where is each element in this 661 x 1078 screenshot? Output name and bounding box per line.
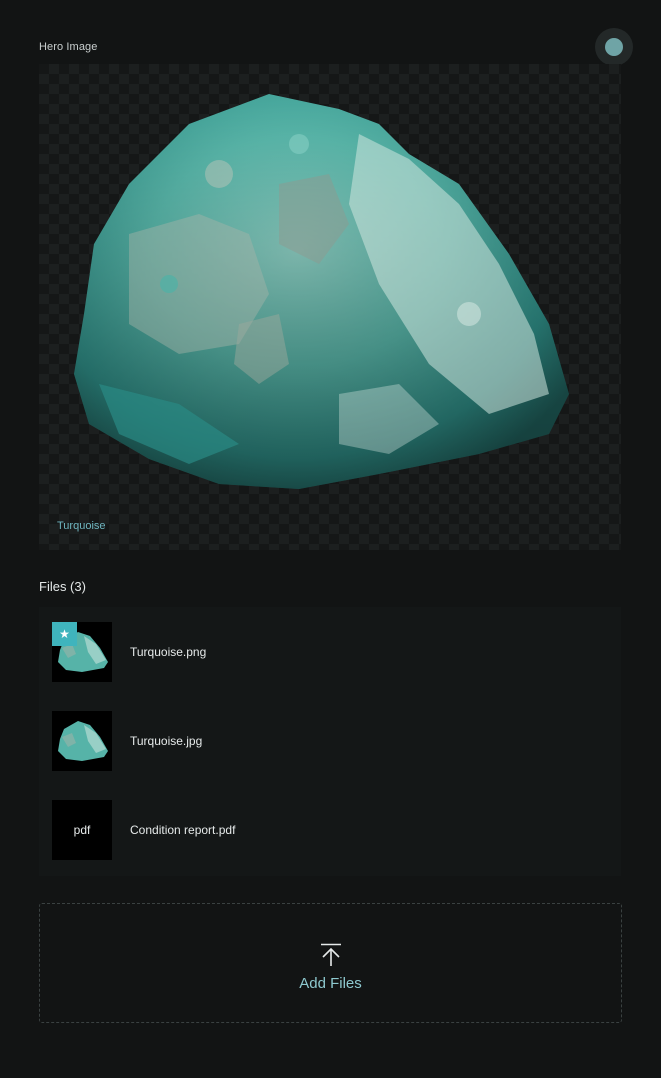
hero-image-preview[interactable]: Turquoise — [39, 64, 621, 550]
files-heading: Files (3) — [39, 579, 86, 594]
status-toggle[interactable] — [595, 28, 633, 66]
file-name: Turquoise.png — [130, 644, 207, 659]
file-row[interactable]: Turquoise.jpg — [39, 696, 621, 785]
primary-star-icon[interactable]: ★ — [52, 621, 77, 646]
hero-image-caption: Turquoise — [57, 520, 106, 532]
turquoise-thumbnail-image — [58, 720, 108, 761]
media-panel: Hero Image Turquoise Files (3) ★ Turquoi… — [0, 0, 661, 1078]
upload-arrow-icon — [320, 943, 341, 966]
status-dot-icon — [605, 38, 623, 56]
pdf-thumbnail: pdf — [52, 799, 112, 860]
add-files-label: Add Files — [299, 974, 362, 992]
files-list: ★ Turquoise.png Turquoise.jpg pdf Condit… — [39, 607, 621, 876]
hero-image-label: Hero Image — [39, 41, 98, 53]
file-name: Condition report.pdf — [130, 822, 236, 837]
file-row[interactable]: ★ Turquoise.png — [39, 607, 621, 696]
file-name: Turquoise.jpg — [130, 733, 203, 748]
file-row[interactable]: pdf Condition report.pdf — [39, 785, 621, 874]
file-thumbnail: ★ — [52, 621, 112, 682]
turquoise-rock-image — [74, 94, 569, 489]
add-files-dropzone[interactable]: Add Files — [39, 903, 622, 1023]
file-thumbnail — [52, 710, 112, 771]
